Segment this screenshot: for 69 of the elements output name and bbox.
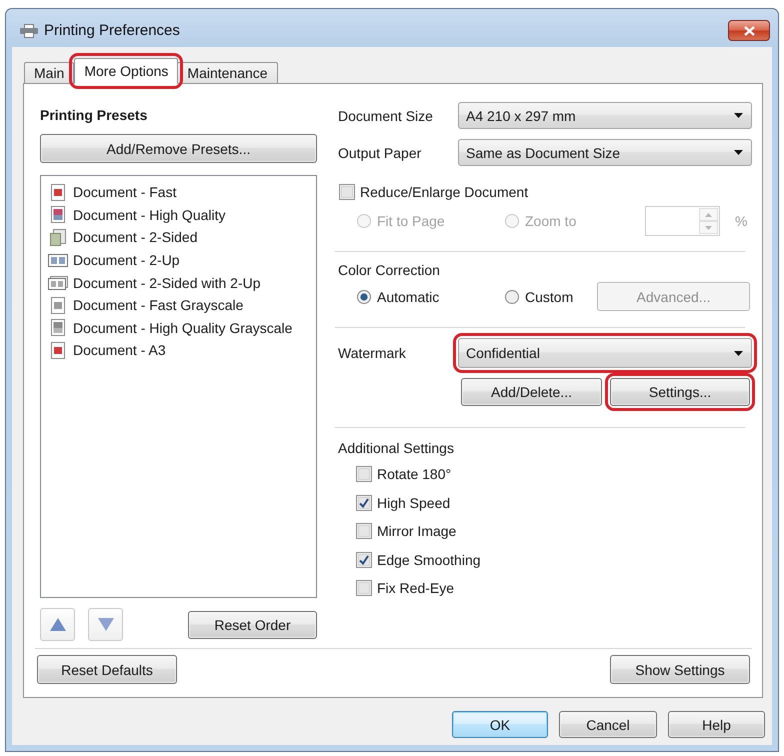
checkbox[interactable] <box>339 184 355 200</box>
preset-list-item[interactable]: Document - 2-Sided <box>42 226 315 249</box>
radio-button[interactable] <box>505 290 519 304</box>
reset-order-button[interactable]: Reset Order <box>188 610 317 638</box>
radio-label: Fit to Page <box>377 213 445 229</box>
caret-icon <box>734 150 743 155</box>
page-icon <box>51 342 65 359</box>
preset-list-item[interactable]: Document - High Quality <box>42 204 315 226</box>
preset-list-item[interactable]: Document - 2-Sided with 2-Up <box>42 271 315 294</box>
radio-label: Zoom to <box>525 213 576 229</box>
ok-button[interactable]: OK <box>452 711 548 738</box>
checkbox[interactable] <box>356 580 372 596</box>
caret-icon <box>734 350 743 356</box>
radio-label: Automatic <box>377 288 440 304</box>
dropdown[interactable]: A4 210 x 297 mm <box>458 102 752 129</box>
preset-list-item[interactable]: Document - Fast <box>42 181 315 204</box>
page-icon <box>51 296 65 314</box>
add-remove-presets-button[interactable]: Add/Remove Presets... <box>40 134 317 163</box>
close-icon <box>744 26 754 36</box>
show-settings-button[interactable]: Show Settings <box>610 655 750 684</box>
checkbox[interactable] <box>356 494 372 511</box>
checkbox[interactable] <box>356 552 372 568</box>
preset-list-item[interactable]: Document - High Quality Grayscale <box>42 316 315 340</box>
triangle-down-icon <box>98 618 114 631</box>
dropdown[interactable]: Same as Document Size <box>458 139 752 166</box>
move-up-button[interactable] <box>40 608 75 641</box>
preset-list-item[interactable]: Document - 2-Up <box>42 248 315 272</box>
checkbox-label: Mirror Image <box>377 523 456 540</box>
page-picture-icon <box>51 206 65 224</box>
printer-icon <box>20 24 38 38</box>
unit-label: % <box>735 213 748 229</box>
dropdown[interactable]: Confidential <box>458 338 752 368</box>
field-label: Watermark <box>338 345 407 361</box>
cancel-button[interactable]: Cancel <box>559 711 657 738</box>
tab[interactable]: Maintenance <box>177 62 278 83</box>
add-delete-button[interactable]: Add/Delete... <box>461 378 602 406</box>
field-label: Output Paper <box>338 144 422 160</box>
settings-button[interactable]: Settings... <box>610 378 750 406</box>
preset-list-item[interactable]: Document - A3 <box>42 339 315 362</box>
checkbox-label: Edge Smoothing <box>377 552 481 568</box>
radio-label: Custom <box>525 288 574 304</box>
checkbox[interactable] <box>356 466 372 482</box>
checkbox[interactable] <box>356 523 372 540</box>
window-title: Printing Preferences <box>44 22 180 39</box>
triangle-down-icon <box>705 226 712 230</box>
radio-button[interactable] <box>357 290 371 304</box>
tab[interactable]: Main <box>24 62 74 83</box>
reset-defaults-button[interactable]: Reset Defaults <box>37 655 177 684</box>
caret-icon <box>734 113 743 118</box>
checkbox-label: High Speed <box>377 494 450 511</box>
checkbox-label: Reduce/Enlarge Document <box>360 184 528 200</box>
tab[interactable]: More Options <box>74 58 178 84</box>
two-up-pages-icon <box>48 276 68 290</box>
triangle-up-icon <box>705 212 712 216</box>
stacked-pages-icon <box>50 228 66 246</box>
help-button[interactable]: Help <box>668 711 765 738</box>
two-up-pages-icon <box>48 254 68 267</box>
checkbox-label: Fix Red-Eye <box>377 580 454 596</box>
field-label: Document Size <box>338 108 434 124</box>
triangle-up-icon <box>50 618 66 631</box>
checkbox-label: Rotate 180° <box>377 466 452 482</box>
page-icon <box>51 184 65 201</box>
page-picture-icon <box>51 319 65 336</box>
close-button[interactable] <box>728 20 770 41</box>
move-down-button[interactable] <box>88 608 123 641</box>
section-title: Additional Settings <box>338 439 455 457</box>
preset-list-item[interactable]: Document - Fast Grayscale <box>42 294 315 317</box>
section-title: Color Correction <box>338 261 441 279</box>
section-title: Printing Presets <box>40 106 148 124</box>
